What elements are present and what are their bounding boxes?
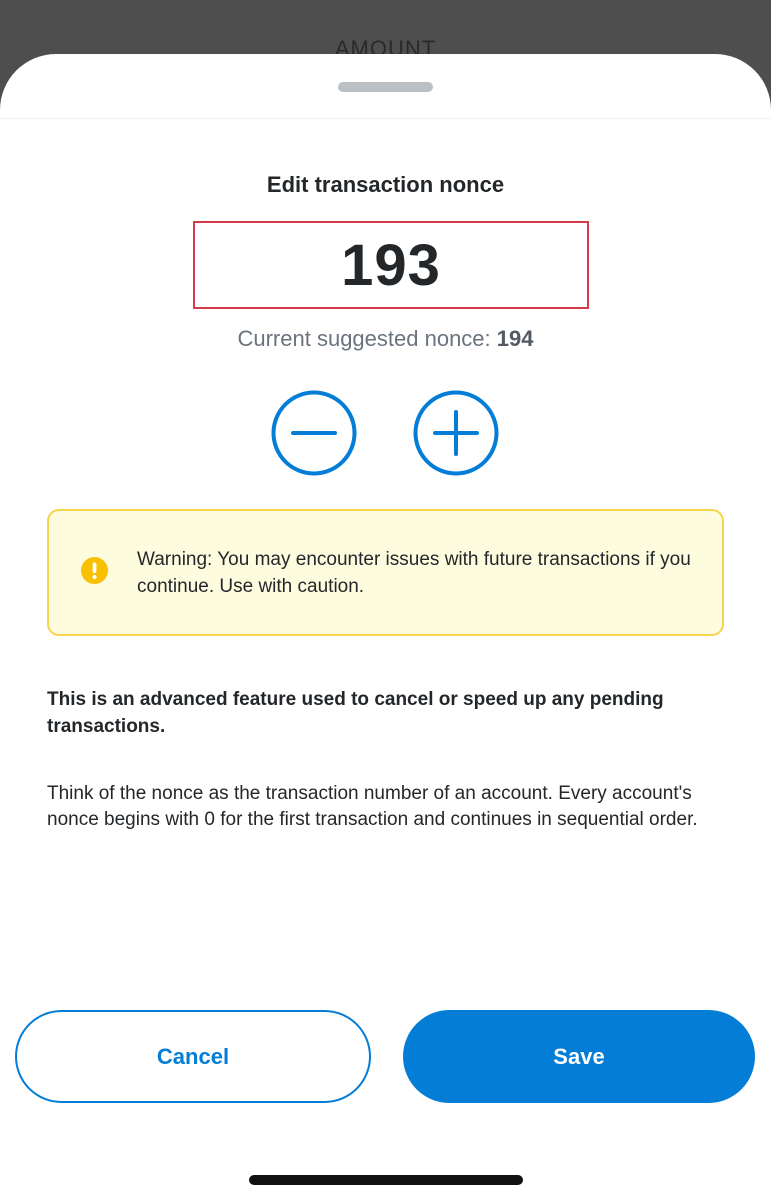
minus-circle-icon bbox=[271, 390, 357, 476]
header-divider bbox=[0, 118, 771, 119]
plus-circle-icon bbox=[413, 390, 499, 476]
nonce-input[interactable]: 193 bbox=[193, 221, 589, 309]
cancel-button-label: Cancel bbox=[156, 1043, 230, 1069]
suggested-nonce-label: Current suggested nonce: bbox=[237, 326, 491, 351]
sheet-grabber[interactable] bbox=[338, 82, 433, 92]
edit-nonce-sheet: Edit transaction nonce 193 Current sugge… bbox=[0, 54, 771, 1200]
decrement-nonce-button[interactable] bbox=[271, 390, 357, 476]
suggested-nonce-text: Current suggested nonce: 194 bbox=[0, 326, 771, 352]
warning-text: Warning: You may encounter issues with f… bbox=[137, 549, 691, 597]
save-button-label: Save bbox=[553, 1043, 605, 1069]
home-indicator[interactable] bbox=[249, 1175, 523, 1185]
save-button[interactable]: Save bbox=[403, 1010, 755, 1103]
nonce-explanation-text: Think of the nonce as the transaction nu… bbox=[47, 783, 698, 830]
increment-nonce-button[interactable] bbox=[413, 390, 499, 476]
nonce-value: 193 bbox=[341, 232, 441, 298]
suggested-nonce-value: 194 bbox=[496, 326, 534, 351]
sheet-title: Edit transaction nonce bbox=[266, 172, 505, 197]
exclamation-circle-icon bbox=[81, 557, 108, 584]
warning-banner: Warning: You may encounter issues with f… bbox=[47, 509, 724, 636]
cancel-button[interactable]: Cancel bbox=[15, 1010, 371, 1103]
advanced-feature-text: This is an advanced feature used to canc… bbox=[47, 689, 664, 737]
